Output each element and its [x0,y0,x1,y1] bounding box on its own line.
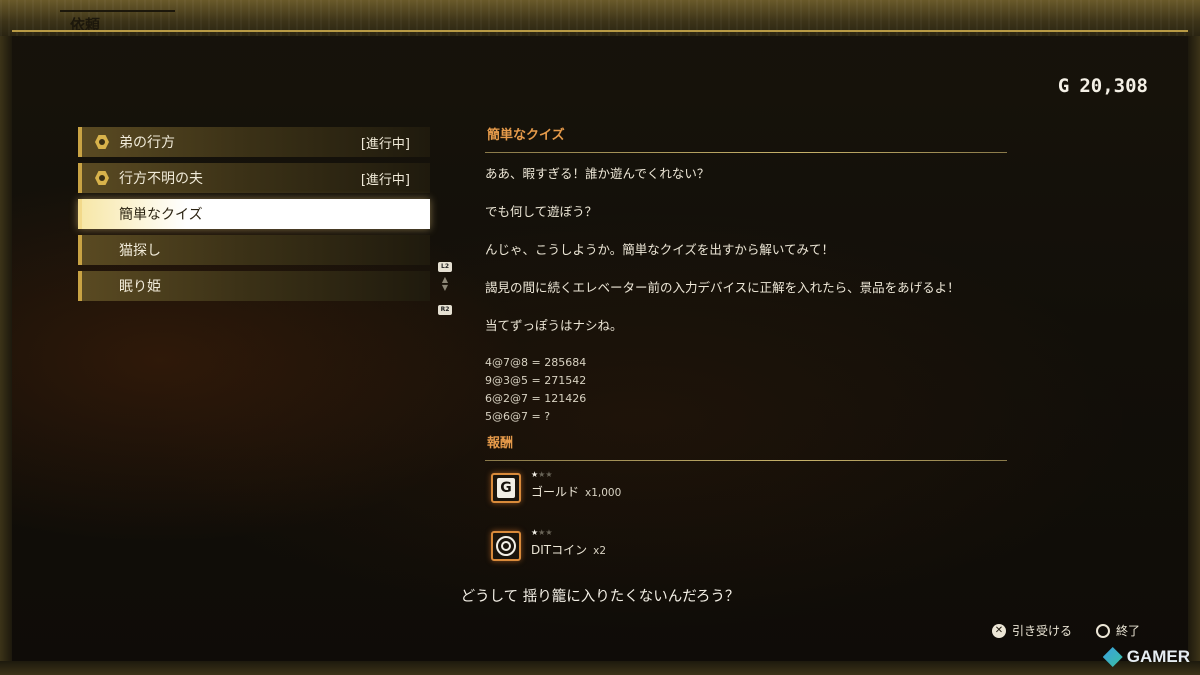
request-detail-panel: 簡単なクイズ ああ、暇すぎる！誰か遊んでくれない？ でも何して遊ぼう？ んじゃ、… [485,124,1007,579]
cross-button-icon: ✕ [991,623,1006,638]
gamer-watermark: GAMER [1102,647,1190,667]
gold-currency-label: G [1057,75,1070,97]
scroll-arrows-icon: ▲ ▼ [441,275,449,292]
rarity-stars: ★★★ [531,470,553,479]
reward-name: DITコイン x2 [531,541,606,558]
description-line: 謁見の間に続くエレベーター前の入力デバイスに正解を入れたら、景品をあげるよ！ [485,280,960,295]
bottom-frame [0,661,1200,675]
request-item-cat-search[interactable]: 猫探し [78,235,430,265]
button-prompts: ✕ 引き受ける 終了 [968,622,1140,639]
r2-button-icon: R2 [438,305,452,315]
request-item-sleeping-princess[interactable]: 眠り姫 [78,271,430,301]
reward-label: ゴールド [531,485,580,499]
request-item-brother[interactable]: 弟の行方 [進行中] [78,127,430,157]
gold-icon: G [491,473,521,503]
reward-label: DITコイン [531,543,588,557]
detail-title: 簡単なクイズ [487,128,565,143]
reward-name: ゴールド x1,000 [531,483,621,500]
formula-line: 9@3@5 = 271542 [485,374,587,387]
tab-underline [60,10,175,12]
rarity-stars: ★★★ [531,528,553,537]
request-label: 弟の行方 [119,135,175,151]
in-progress-marker-icon [95,135,109,149]
title-divider [485,152,1007,153]
description-line: んじゃ、こうしようか。簡単なクイズを出すから解いてみて！ [485,242,835,257]
request-item-easy-quiz[interactable]: 簡単なクイズ [78,199,430,229]
watermark-text: GAMER [1126,647,1190,666]
exit-prompt[interactable]: 終了 [1095,622,1140,639]
description-line: 当てずっぽうはナシね。 [485,318,623,333]
left-frame [0,36,12,675]
gold-amount: 20,308 [1079,75,1148,97]
reward-gold: G ★★★ ゴールド x1,000 [491,470,1007,521]
detail-description: ああ、暇すぎる！誰か遊んでくれない？ でも何して遊ぼう？ んじゃ、こうしようか。… [485,166,1007,356]
reward-quantity: x2 [593,545,607,557]
request-label: 眠り姫 [119,279,161,295]
request-label: 簡単なクイズ [119,207,203,223]
formula-line: 6@2@7 = 121426 [485,392,587,405]
accept-prompt[interactable]: ✕ 引き受ける [991,622,1072,639]
rewards-divider [485,460,1007,461]
gamer-logo-icon [1102,647,1123,667]
request-status: [進行中] [360,172,410,188]
reward-dit-coin: ★★★ DITコイン x2 [491,528,1007,579]
reward-quantity: x1,000 [585,487,622,499]
quiz-formulas: 4@7@8 = 285684 9@3@5 = 271542 6@2@7 = 12… [485,354,1007,426]
l2-button-icon: L2 [438,262,452,272]
formula-line: 5@6@7 = ? [485,410,551,423]
dit-coin-icon [491,531,521,561]
rewards-title: 報酬 [487,436,514,451]
circle-button-icon [1095,623,1110,638]
accept-label: 引き受ける [1011,624,1072,638]
request-list: 弟の行方 [進行中] 行方不明の夫 [進行中] 簡単なクイズ 猫探し 眠り姫 [78,127,430,307]
in-progress-marker-icon [95,171,109,185]
request-label: 猫探し [119,243,161,259]
description-line: ああ、暇すぎる！誰か遊んでくれない？ [485,166,710,181]
formula-line: 4@7@8 = 285684 [485,356,587,369]
request-item-missing-husband[interactable]: 行方不明の夫 [進行中] [78,163,430,193]
dialogue-subtitle: どうして 揺り籠に入りたくないんだろう？ [460,589,740,605]
list-scroll-indicator: L2 ▲ ▼ R2 [437,253,453,315]
description-line: でも何して遊ぼう？ [485,204,598,219]
request-status: [進行中] [360,136,410,152]
frame-divider [12,30,1188,32]
exit-label: 終了 [1115,624,1140,638]
request-label: 行方不明の夫 [119,171,203,187]
gold-balance: G 20,308 [1058,75,1148,97]
right-frame [1188,36,1200,675]
